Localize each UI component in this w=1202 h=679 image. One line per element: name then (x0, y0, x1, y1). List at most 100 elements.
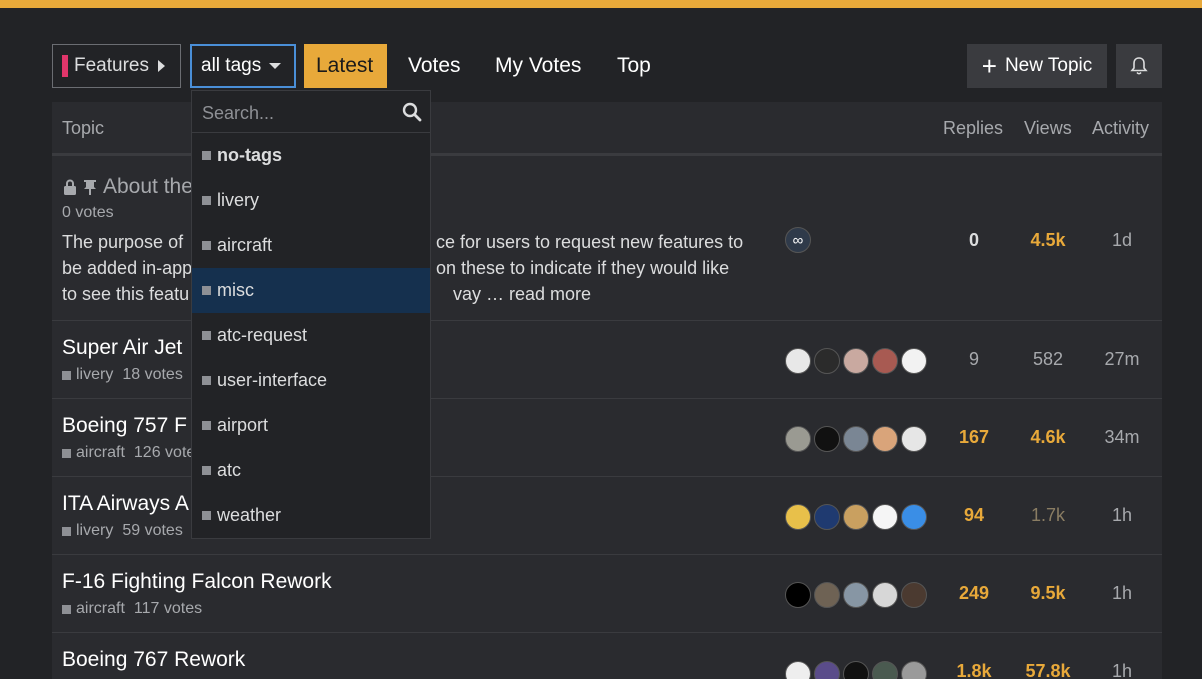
tag-square-icon (202, 466, 211, 475)
tab-my-votes[interactable]: My Votes (483, 44, 593, 88)
avatar[interactable] (843, 582, 869, 608)
tab-votes[interactable]: Votes (396, 44, 473, 88)
avatar[interactable] (814, 582, 840, 608)
poster-avatars (785, 582, 930, 608)
activity-time[interactable]: 1h (1087, 505, 1157, 526)
topic-tag[interactable]: aircraft (76, 444, 125, 462)
topic-meta: aircraft 126 vote (62, 444, 195, 462)
avatar[interactable] (843, 348, 869, 374)
avatar[interactable] (901, 661, 927, 679)
replies-count: 1.8k (956, 661, 992, 679)
avatar[interactable] (785, 582, 811, 608)
pin-icon (84, 179, 96, 195)
activity-time[interactable]: 1d (1087, 230, 1157, 251)
avatar[interactable] (785, 661, 811, 679)
poster-avatars (785, 348, 930, 374)
notifications-button[interactable] (1116, 44, 1162, 88)
poster-avatars (785, 661, 930, 679)
activity-time[interactable]: 1h (1087, 583, 1157, 604)
topic-title[interactable]: ITA Airways A (62, 492, 189, 516)
tag-square-icon (202, 151, 211, 160)
tag-square-icon (202, 511, 211, 520)
tag-square-icon (202, 376, 211, 385)
lock-icon (64, 179, 76, 195)
tag-option-aircraft[interactable]: aircraft (192, 223, 430, 268)
avatar[interactable] (814, 426, 840, 452)
avatar[interactable] (872, 348, 898, 374)
tag-dropdown[interactable]: all tags (190, 44, 296, 88)
views-count: 9.5k (1030, 583, 1066, 603)
tag-option-atc-request[interactable]: atc-request (192, 313, 430, 358)
read-more-link[interactable]: vay … read more (453, 281, 591, 307)
tag-option-airport[interactable]: airport (192, 403, 430, 448)
tag-option-atc[interactable]: atc (192, 448, 430, 493)
avatar[interactable]: ∞ (785, 227, 811, 253)
header-activity[interactable]: Activity (1092, 118, 1149, 139)
activity-time[interactable]: 1h (1087, 661, 1157, 679)
avatar[interactable] (872, 582, 898, 608)
poster-avatars (785, 504, 930, 530)
tag-option-label: misc (217, 280, 254, 300)
replies-count: 167 (958, 427, 990, 447)
topic-title[interactable]: Super Air Jet (62, 336, 182, 360)
avatar[interactable] (872, 426, 898, 452)
avatar[interactable] (843, 426, 869, 452)
avatar[interactable] (872, 661, 898, 679)
topic-title-text: About the (103, 175, 193, 198)
replies-count: 94 (963, 505, 985, 525)
tag-option-weather[interactable]: weather (192, 493, 430, 538)
views-count: 57.8k (1025, 661, 1071, 679)
avatar[interactable] (785, 426, 811, 452)
views-count: 582 (1032, 349, 1064, 369)
plus-icon: + (981, 51, 997, 81)
topic-tag[interactable]: livery (76, 366, 113, 384)
tag-dropdown-label: all tags (201, 55, 262, 76)
avatar[interactable] (901, 426, 927, 452)
views-count: 1.7k (1030, 505, 1066, 525)
topic-title[interactable]: Boeing 767 Rework (62, 648, 245, 672)
header-views[interactable]: Views (1024, 118, 1072, 139)
tag-option-label: livery (217, 190, 260, 210)
tag-option-livery[interactable]: livery (192, 178, 430, 223)
tag-option-no-tags[interactable]: no-tags (192, 133, 430, 178)
table-row[interactable]: F-16 Fighting Falcon Rework aircraft 117… (52, 555, 1162, 633)
avatar[interactable] (843, 661, 869, 679)
topic-tag[interactable]: livery (76, 522, 113, 540)
tab-latest[interactable]: Latest (304, 44, 387, 88)
avatar[interactable] (843, 504, 869, 530)
header-topic[interactable]: Topic (62, 118, 104, 139)
avatar[interactable] (814, 504, 840, 530)
avatar[interactable] (901, 348, 927, 374)
search-icon[interactable] (402, 102, 422, 122)
topic-title[interactable]: About the (62, 175, 193, 199)
poster-avatars: ∞ (785, 227, 814, 253)
views-count: 4.6k (1030, 427, 1066, 447)
avatar[interactable] (901, 582, 927, 608)
avatar[interactable] (814, 661, 840, 679)
topic-title[interactable]: Boeing 757 F (62, 414, 187, 438)
excerpt-line: ce for users to request new features to (436, 232, 744, 252)
activity-time[interactable]: 34m (1087, 427, 1157, 448)
tag-option-misc[interactable]: misc (192, 268, 430, 313)
avatar[interactable] (901, 504, 927, 530)
activity-time[interactable]: 27m (1087, 349, 1157, 370)
new-topic-button[interactable]: + New Topic (967, 44, 1107, 88)
topic-tag[interactable]: aircraft (76, 600, 125, 618)
avatar[interactable] (814, 348, 840, 374)
category-dropdown[interactable]: Features (52, 44, 181, 88)
tag-option-label: aircraft (217, 235, 273, 255)
topic-title[interactable]: F-16 Fighting Falcon Rework (62, 570, 332, 594)
tag-search-input[interactable] (202, 101, 392, 125)
tab-top[interactable]: Top (605, 44, 663, 88)
avatar[interactable] (785, 504, 811, 530)
tag-option-label: weather (217, 505, 282, 525)
tag-option-label: airport (217, 415, 269, 435)
avatar[interactable] (872, 504, 898, 530)
topic-votes: 59 votes (122, 522, 183, 539)
avatar[interactable] (785, 348, 811, 374)
table-row[interactable]: Boeing 767 Rework 1.8k 57.8k 1h (52, 633, 1162, 679)
tag-option-user-interface[interactable]: user-interface (192, 358, 430, 403)
header-replies[interactable]: Replies (943, 118, 1003, 139)
topic-meta: livery 18 votes (62, 366, 183, 384)
poster-avatars (785, 426, 930, 452)
